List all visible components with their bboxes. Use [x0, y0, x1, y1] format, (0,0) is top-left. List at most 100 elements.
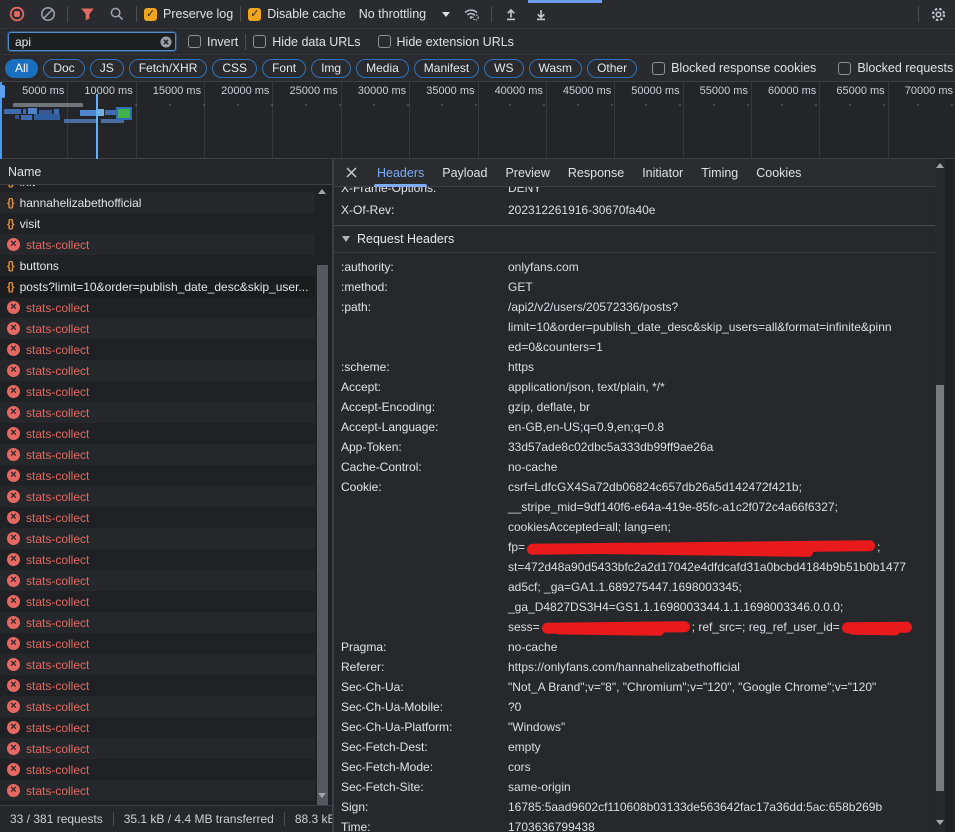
invert-checkbox[interactable]: Invert	[188, 35, 238, 49]
tab-preview[interactable]: Preview	[496, 159, 558, 187]
request-row-buttons[interactable]: {}buttons	[0, 255, 315, 276]
header-row: Pragma:no-cache	[334, 637, 945, 657]
name-column-header[interactable]: Name	[0, 159, 332, 185]
type-filter-manifest[interactable]: Manifest	[414, 59, 479, 78]
status-bar: 33 / 381 requests35.1 kB / 4.4 MB transf…	[0, 805, 332, 832]
tab-response[interactable]: Response	[559, 159, 633, 187]
error-icon: ×	[7, 679, 20, 692]
type-filter-fetch-xhr[interactable]: Fetch/XHR	[129, 59, 208, 78]
request-row-stats-collect[interactable]: ×stats-collect	[0, 318, 315, 339]
export-har-button[interactable]	[529, 3, 553, 25]
value-line: 16785:5aad9602cf110608b03133de563642fac1…	[508, 797, 882, 817]
scrollbar-thumb[interactable]	[317, 265, 328, 805]
blocked-requests-checkbox[interactable]: Blocked requests	[838, 61, 953, 75]
scrollbar-thumb[interactable]	[936, 385, 944, 791]
type-filter-js[interactable]: JS	[90, 59, 124, 78]
type-filter-other[interactable]: Other	[587, 59, 637, 78]
header-value: empty	[508, 737, 541, 757]
request-row-stats-collect[interactable]: ×stats-collect	[0, 381, 315, 402]
request-row-stats-collect[interactable]: ×stats-collect	[0, 234, 315, 255]
scroll-down-icon[interactable]	[936, 820, 944, 825]
type-filter-all[interactable]: All	[5, 59, 38, 78]
tab-initiator[interactable]: Initiator	[633, 159, 692, 187]
request-row-stats-collect[interactable]: ×stats-collect	[0, 297, 315, 318]
type-filter-font[interactable]: Font	[262, 59, 306, 78]
request-row-stats-collect[interactable]: ×stats-collect	[0, 339, 315, 360]
detail-scrollbar[interactable]	[935, 159, 945, 832]
request-row-stats-collect[interactable]: ×stats-collect	[0, 507, 315, 528]
request-row-content: ×stats-collect	[7, 633, 89, 654]
scroll-up-icon[interactable]	[318, 189, 326, 194]
request-row-stats-collect[interactable]: ×stats-collect	[0, 780, 315, 801]
request-row-stats-collect[interactable]: ×stats-collect	[0, 423, 315, 444]
request-row-stats-collect[interactable]: ×stats-collect	[0, 486, 315, 507]
request-row-stats-collect[interactable]: ×stats-collect	[0, 759, 315, 780]
filter-toggle-button[interactable]	[75, 3, 99, 25]
header-name: :authority:	[334, 257, 508, 277]
tab-cookies[interactable]: Cookies	[747, 159, 810, 187]
network-settings-button[interactable]	[926, 3, 950, 25]
header-row: Accept-Language:en-GB,en-US;q=0.9,en;q=0…	[334, 417, 945, 437]
type-filter-media[interactable]: Media	[356, 59, 409, 78]
network-overview[interactable]: 5000 ms10000 ms15000 ms20000 ms25000 ms3…	[0, 82, 955, 159]
request-row-stats-collect[interactable]: ×stats-collect	[0, 549, 315, 570]
request-row-stats-collect[interactable]: ×stats-collect	[0, 738, 315, 759]
request-row-posts[interactable]: {}posts?limit=10&order=publish_date_desc…	[0, 276, 315, 297]
value-line: en-GB,en-US;q=0.9,en;q=0.8	[508, 417, 664, 437]
clear-button[interactable]	[36, 3, 60, 25]
request-row-stats-collect[interactable]: ×stats-collect	[0, 675, 315, 696]
value-line: st=472d48a90d5433bfc2a2d17042e4dfdcafd31…	[508, 557, 914, 577]
hide-data-urls-checkbox[interactable]: Hide data URLs	[253, 35, 360, 49]
network-conditions-button[interactable]	[460, 3, 484, 25]
tab-headers[interactable]: Headers	[368, 159, 433, 187]
header-row: Sec-Ch-Ua-Platform:"Windows"	[334, 717, 945, 737]
error-icon: ×	[7, 595, 20, 608]
error-icon: ×	[7, 343, 20, 356]
throttling-select[interactable]: No throttling	[359, 7, 450, 21]
request-row-hannahelizabethofficial[interactable]: {}hannahelizabethofficial	[0, 192, 315, 213]
request-row-stats-collect[interactable]: ×stats-collect	[0, 360, 315, 381]
header-value: 1703636799438	[508, 817, 595, 832]
tab-payload[interactable]: Payload	[433, 159, 496, 187]
record-button[interactable]	[5, 3, 29, 25]
hide-extension-urls-checkbox[interactable]: Hide extension URLs	[378, 35, 514, 49]
import-har-button[interactable]	[499, 3, 523, 25]
close-detail-button[interactable]	[338, 159, 364, 187]
header-value: application/json, text/plain, */*	[508, 377, 665, 397]
request-row-stats-collect[interactable]: ×stats-collect	[0, 654, 315, 675]
type-filter-doc[interactable]: Doc	[43, 59, 84, 78]
devtools-network-panel: Preserve log Disable cache No throttling	[0, 0, 955, 832]
type-filter-wasm[interactable]: Wasm	[529, 59, 583, 78]
request-name: stats-collect	[26, 448, 89, 462]
request-name: stats-collect	[26, 322, 89, 336]
request-row-stats-collect[interactable]: ×stats-collect	[0, 528, 315, 549]
request-row-visit[interactable]: {}visit	[0, 213, 315, 234]
value-line: empty	[508, 737, 541, 757]
request-row-stats-collect[interactable]: ×stats-collect	[0, 696, 315, 717]
search-button[interactable]	[105, 3, 129, 25]
request-list-scrollbar[interactable]	[315, 185, 330, 805]
type-filter-img[interactable]: Img	[311, 59, 351, 78]
request-headers-section-toggle[interactable]: Request Headers	[334, 226, 945, 253]
request-name: stats-collect	[26, 574, 89, 588]
type-filter-css[interactable]: CSS	[212, 59, 257, 78]
type-filter-ws[interactable]: WS	[484, 59, 523, 78]
disable-cache-checkbox[interactable]: Disable cache	[248, 7, 346, 21]
request-row-stats-collect[interactable]: ×stats-collect	[0, 444, 315, 465]
request-row-init[interactable]: {}init	[0, 185, 315, 192]
request-row-stats-collect[interactable]: ×stats-collect	[0, 402, 315, 423]
request-row-stats-collect[interactable]: ×stats-collect	[0, 570, 315, 591]
preserve-log-checkbox[interactable]: Preserve log	[144, 7, 233, 21]
request-row-stats-collect[interactable]: ×stats-collect	[0, 717, 315, 738]
request-row-stats-collect[interactable]: ×stats-collect	[0, 633, 315, 654]
filter-input[interactable]	[8, 32, 176, 51]
request-row-stats-collect[interactable]: ×stats-collect	[0, 612, 315, 633]
scroll-down-icon[interactable]	[318, 793, 326, 798]
tab-timing[interactable]: Timing	[692, 159, 747, 187]
blocked-response-cookies-checkbox[interactable]: Blocked response cookies	[652, 61, 816, 75]
scroll-up-icon[interactable]	[936, 163, 944, 168]
request-row-stats-collect[interactable]: ×stats-collect	[0, 465, 315, 486]
type-filter-bar: All Doc JS Fetch/XHRCSS Font Img Media Manifest…	[0, 55, 955, 82]
clear-filter-button[interactable]	[160, 36, 172, 51]
request-row-stats-collect[interactable]: ×stats-collect	[0, 591, 315, 612]
